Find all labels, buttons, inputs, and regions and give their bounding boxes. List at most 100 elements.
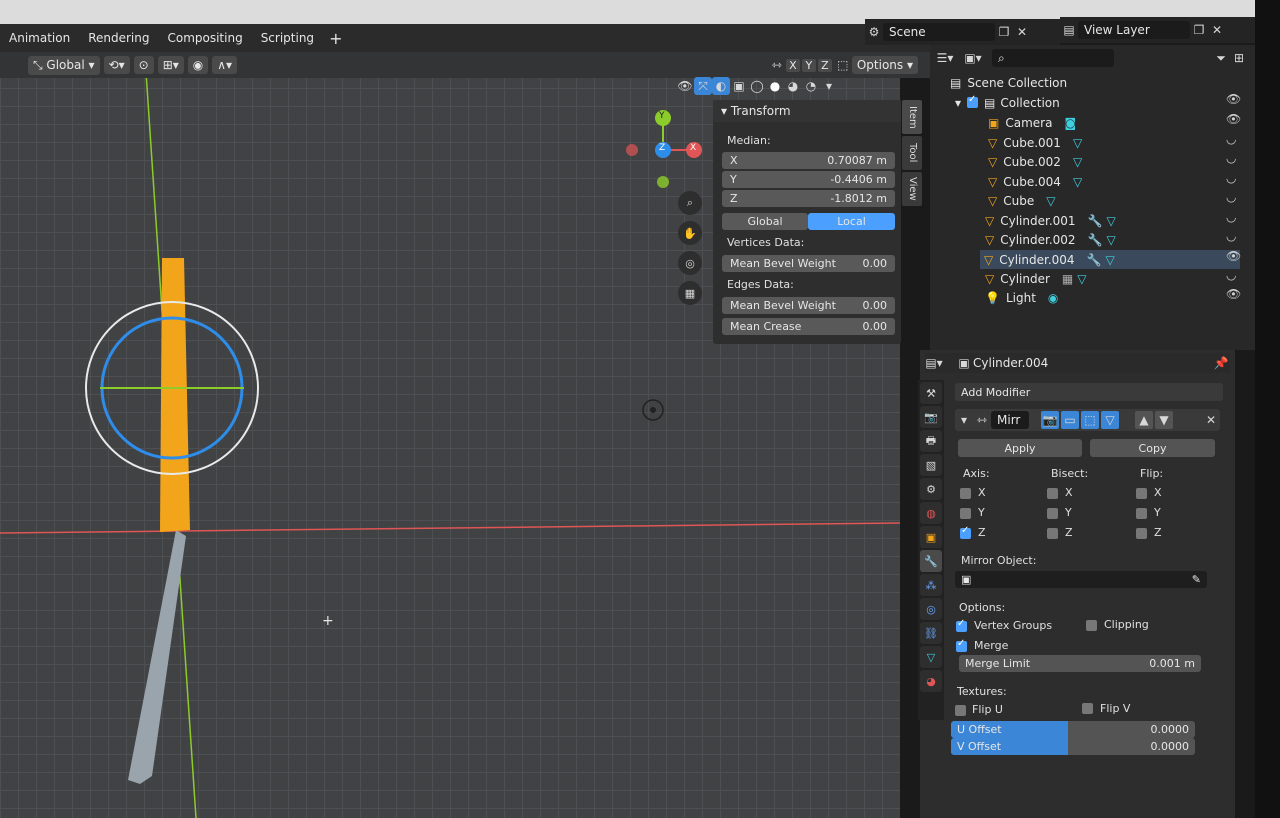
auto-merge-icon[interactable]: ⬚ [834, 56, 852, 74]
modifier-tab-icon[interactable]: 🔧 [920, 550, 942, 572]
material-shading-icon[interactable]: ◕ [784, 77, 802, 95]
bisect-z-checkbox[interactable] [1047, 528, 1058, 539]
eye-closed-icon[interactable]: ◡ [1226, 210, 1236, 224]
zoom-icon[interactable]: ⌕ [678, 191, 702, 215]
outliner-item-cylinder001[interactable]: ▽ Cylinder.001 🔧 ▽ [985, 211, 1116, 230]
snap-toggle[interactable]: ⊙ [133, 56, 154, 74]
show-in-render-icon[interactable]: 📷 [1041, 411, 1059, 429]
copy-button[interactable]: Copy [1090, 439, 1215, 457]
eye-icon[interactable]: 👁 [1226, 249, 1241, 263]
tab-view[interactable]: View [902, 172, 922, 206]
outliner-item-cube004[interactable]: ▽ Cube.004 ▽ [988, 172, 1082, 191]
overlay-toggle-icon[interactable]: ◐ [712, 77, 730, 95]
tab-tool[interactable]: Tool [902, 136, 922, 170]
axis-y-checkbox[interactable] [960, 508, 971, 519]
show-in-viewport-icon[interactable]: ▭ [1061, 411, 1079, 429]
eye-closed-icon[interactable]: ◡ [1226, 171, 1236, 185]
space-local-button[interactable]: Local [808, 213, 895, 230]
collapse-modifier-icon[interactable]: ▾ [955, 411, 973, 429]
tab-item[interactable]: Item [902, 100, 922, 134]
outliner-item-cube001[interactable]: ▽ Cube.001 ▽ [988, 133, 1082, 152]
outliner-item-camera[interactable]: ▣ Camera ◙ [988, 113, 1076, 132]
scene-tab-icon[interactable]: ⚙ [920, 478, 942, 500]
rendered-shading-icon[interactable]: ◔ [802, 77, 820, 95]
eye-closed-icon[interactable]: ◡ [1226, 229, 1236, 243]
material-tab-icon[interactable]: ◕ [920, 670, 942, 692]
show-in-editmode-icon[interactable]: ⬚ [1081, 411, 1099, 429]
axis-y-toggle[interactable]: Y [801, 58, 816, 72]
transform-panel-header[interactable]: ▾ Transform [713, 100, 901, 122]
bisect-y-checkbox[interactable] [1047, 508, 1058, 519]
outliner-item-cube002[interactable]: ▽ Cube.002 ▽ [988, 152, 1082, 171]
axis-x-toggle[interactable]: X [785, 58, 800, 72]
outliner-scene-collection[interactable]: ▤ Scene Collection [950, 73, 1067, 92]
snap-dropdown[interactable]: ⊞▾ [157, 56, 184, 74]
vertex-bevel-weight-field[interactable]: Mean Bevel Weight 0.00 [722, 255, 895, 272]
outliner-item-cylinder002[interactable]: ▽ Cylinder.002 🔧 ▽ [985, 230, 1116, 249]
move-up-icon[interactable]: ▲ [1135, 411, 1153, 429]
scene-name-field[interactable]: Scene [883, 23, 995, 41]
tab-rendering[interactable]: Rendering [79, 24, 158, 52]
view-layer-tab-icon[interactable]: ▧ [920, 454, 942, 476]
remove-modifier-icon[interactable]: ✕ [1202, 411, 1220, 429]
add-modifier-dropdown[interactable]: Add Modifier [955, 383, 1223, 401]
navigation-gizmo[interactable]: Y X Z [620, 106, 710, 196]
tab-scripting[interactable]: Scripting [252, 24, 323, 52]
eye-closed-icon[interactable]: ◡ [1226, 268, 1236, 282]
delete-view-layer-icon[interactable]: ✕ [1208, 21, 1226, 39]
pan-hand-icon[interactable]: ✋ [678, 221, 702, 245]
axis-z-toggle[interactable]: Z [817, 58, 832, 72]
merge-limit-field[interactable]: Merge Limit 0.001 m [959, 655, 1201, 672]
view-layer-name-field[interactable]: View Layer [1078, 21, 1190, 39]
apply-button[interactable]: Apply [958, 439, 1082, 457]
data-tab-icon[interactable]: ▽ [920, 646, 942, 668]
flip-z-checkbox[interactable] [1136, 528, 1147, 539]
median-x-field[interactable]: X 0.70087 m [722, 152, 895, 169]
axis-x-checkbox[interactable] [960, 488, 971, 499]
tool-tab-icon[interactable]: ⚒ [920, 382, 942, 404]
median-y-field[interactable]: Y -0.4406 m [722, 171, 895, 188]
space-global-button[interactable]: Global [722, 213, 808, 230]
eye-closed-icon[interactable]: ◡ [1226, 190, 1236, 204]
outliner-item-cylinder004[interactable]: ▽ Cylinder.004 🔧 ▽ [980, 250, 1240, 269]
eye-closed-icon[interactable]: ◡ [1226, 151, 1236, 165]
axis-z-checkbox[interactable] [960, 525, 971, 539]
outliner-item-cube[interactable]: ▽ Cube ▽ [988, 191, 1055, 210]
camera-view-icon[interactable]: ◎ [678, 251, 702, 275]
tab-compositing[interactable]: Compositing [158, 24, 251, 52]
pivot-dropdown[interactable]: ⟲▾ [103, 56, 130, 74]
particles-tab-icon[interactable]: ⁂ [920, 574, 942, 596]
outliner-search-input[interactable]: ⌕ [992, 49, 1114, 67]
options-dropdown[interactable]: Options ▾ [851, 56, 918, 74]
output-tab-icon[interactable]: 🖶 [920, 430, 942, 452]
eye-closed-icon[interactable]: ◡ [1226, 132, 1236, 146]
pin-icon[interactable]: 📌 [1212, 354, 1230, 372]
solid-shading-icon[interactable]: ● [766, 77, 784, 95]
flip-u-checkbox[interactable] [955, 705, 966, 716]
render-tab-icon[interactable]: 📷 [920, 406, 942, 428]
shading-dropdown-icon[interactable]: ▾ [820, 77, 838, 95]
editor-type-icon[interactable]: ▤▾ [925, 354, 943, 372]
wireframe-shading-icon[interactable]: ◯ [748, 77, 766, 95]
new-collection-icon[interactable]: ⊞ [1230, 49, 1248, 67]
scene-icon[interactable]: ⚙ [865, 23, 883, 41]
delete-scene-icon[interactable]: ✕ [1013, 23, 1031, 41]
eye-icon[interactable]: 👁 [1226, 287, 1241, 301]
bisect-x-checkbox[interactable] [1047, 488, 1058, 499]
modifier-name-field[interactable]: Mirr [991, 411, 1029, 429]
merge-checkbox[interactable] [956, 638, 967, 652]
filter-icon[interactable]: ⏷ [1212, 49, 1230, 67]
flip-y-checkbox[interactable] [1136, 508, 1147, 519]
v-offset-field[interactable]: V Offset 0.0000 [951, 738, 1195, 755]
outliner-item-light[interactable]: 💡 Light ◉ [985, 288, 1058, 307]
constraints-tab-icon[interactable]: ⛓ [920, 622, 942, 644]
physics-tab-icon[interactable]: ◎ [920, 598, 942, 620]
collection-checkbox[interactable] [967, 94, 979, 108]
copy-view-layer-icon[interactable]: ❐ [1190, 21, 1208, 39]
object-tab-icon[interactable]: ▣ [920, 526, 942, 548]
tab-animation[interactable]: Animation [0, 24, 79, 52]
clipping-checkbox[interactable] [1086, 620, 1097, 631]
eye-icon[interactable]: 👁 [1226, 92, 1241, 106]
edge-crease-field[interactable]: Mean Crease 0.00 [722, 318, 895, 335]
world-tab-icon[interactable]: ◍ [920, 502, 942, 524]
